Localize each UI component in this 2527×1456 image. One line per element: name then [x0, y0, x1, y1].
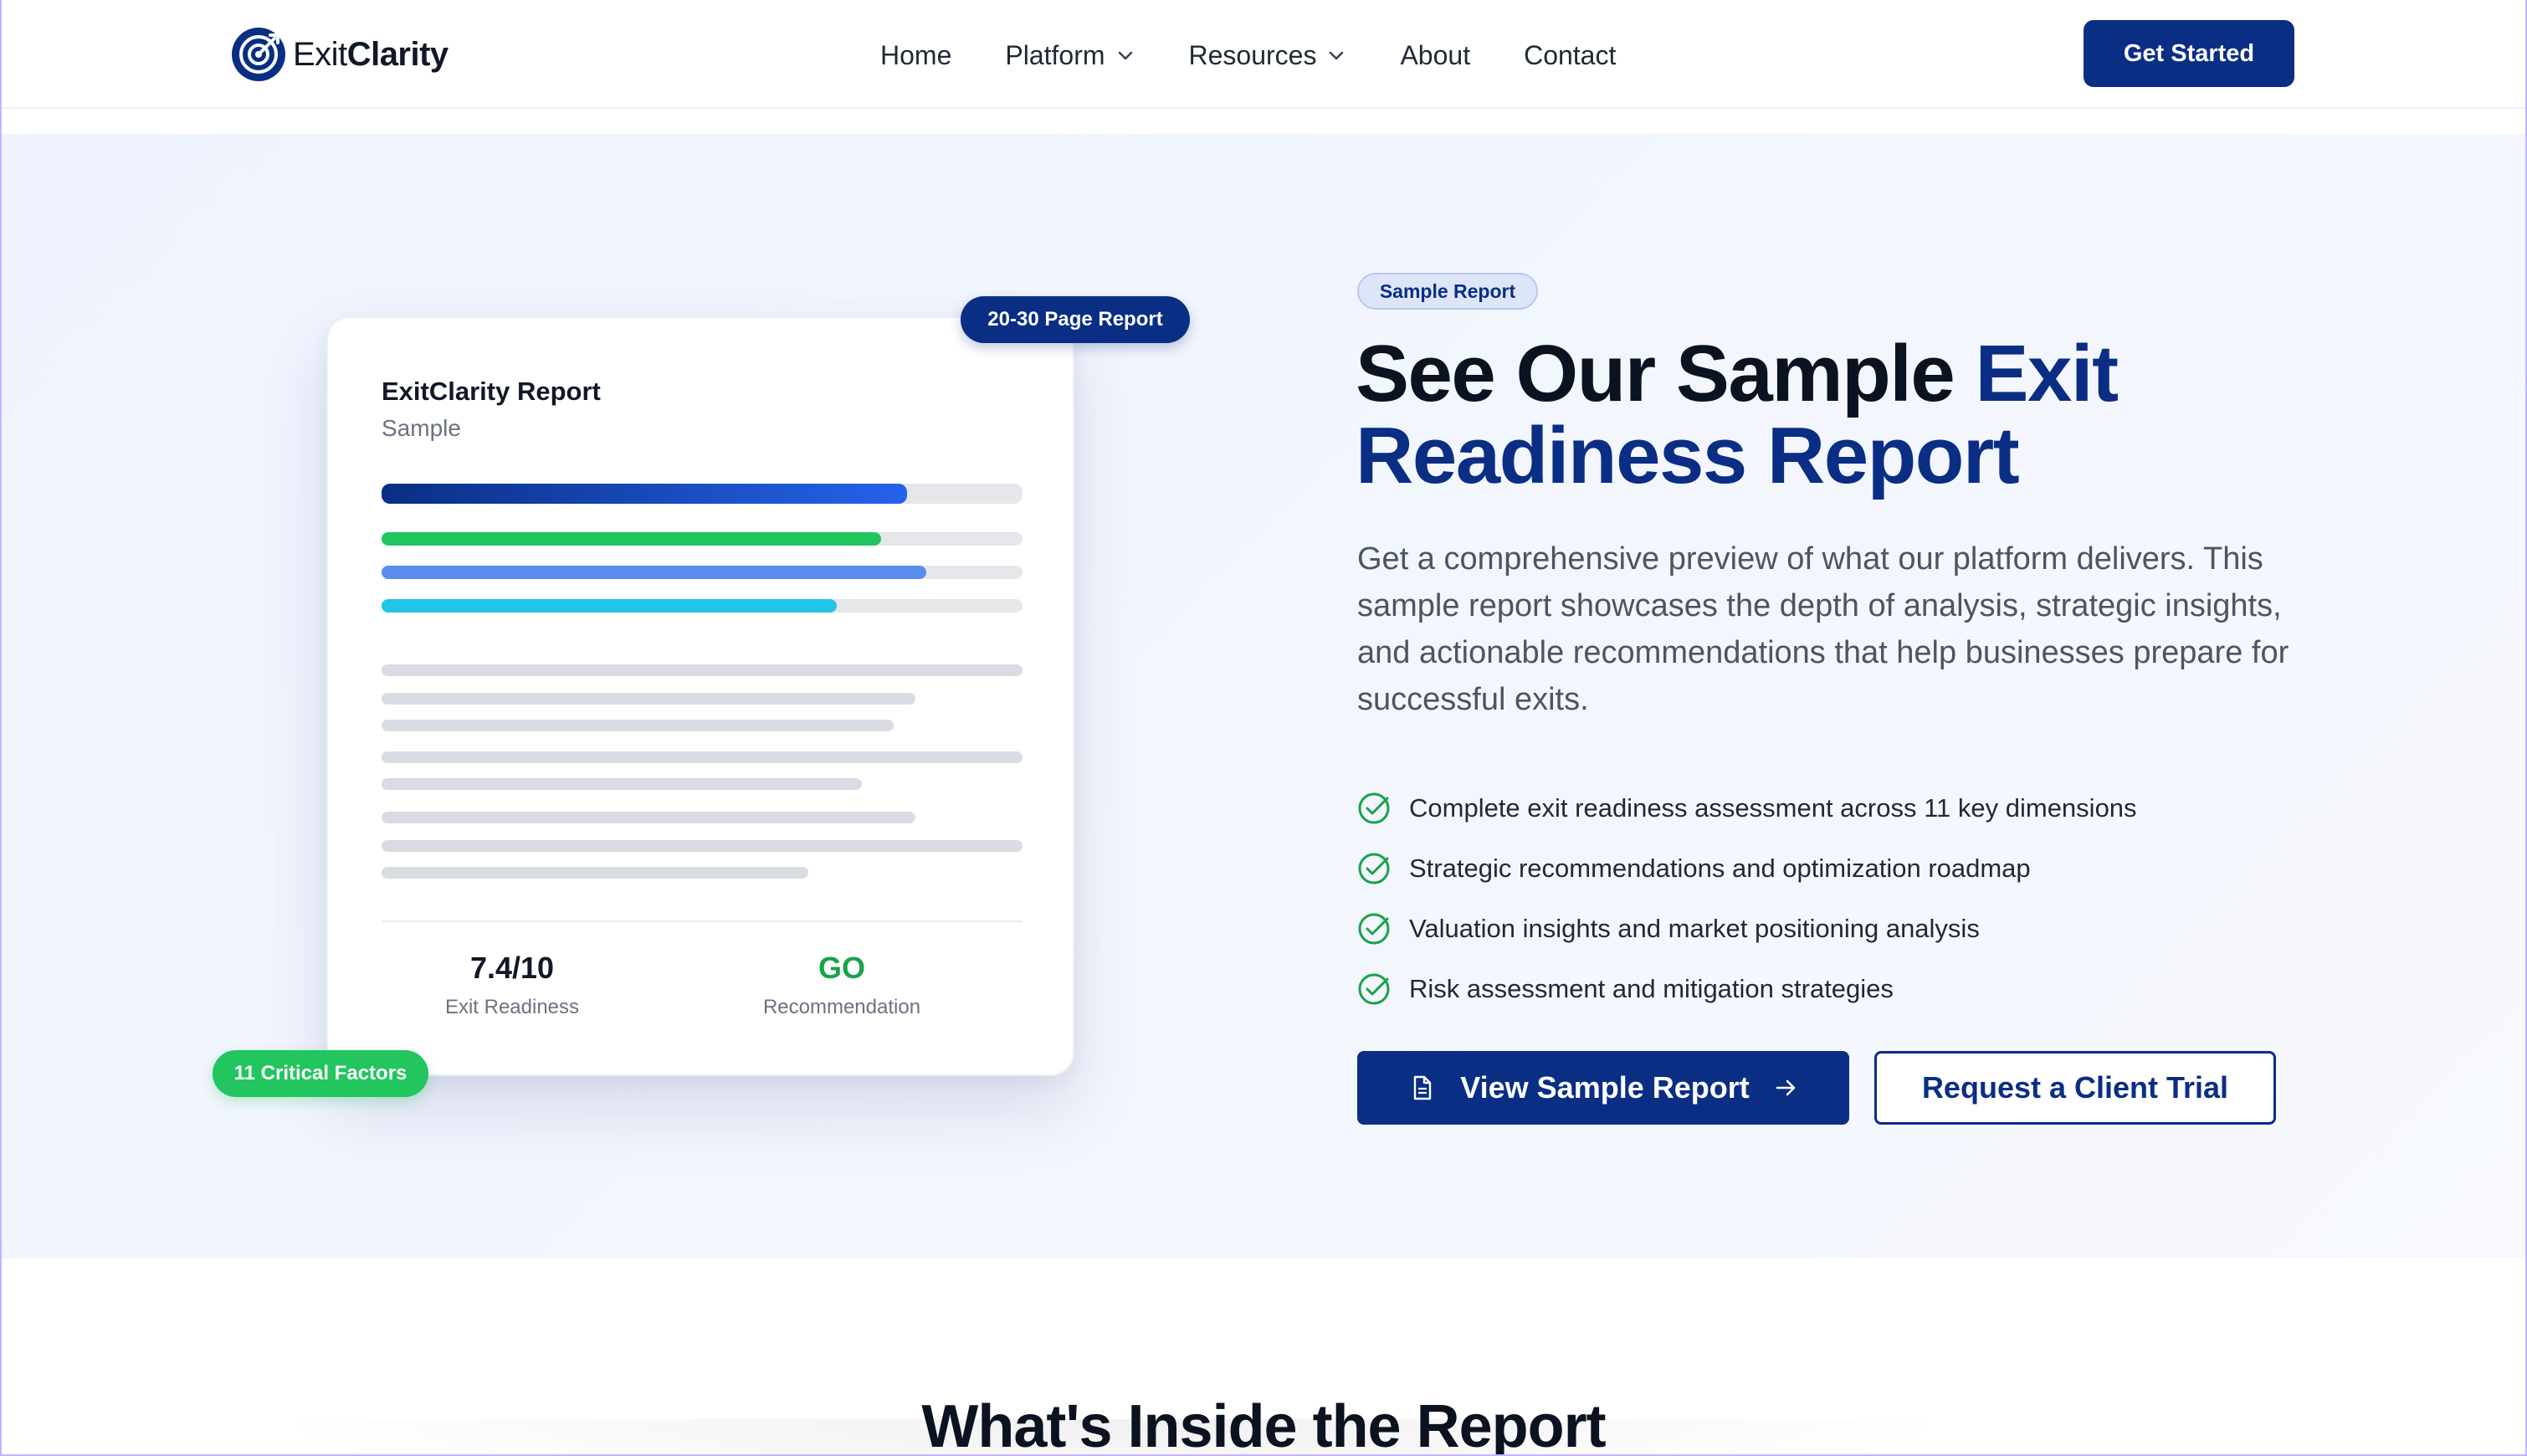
text-placeholder-line: [382, 812, 915, 823]
hero-description: Get a comprehensive preview of what our …: [1357, 541, 2289, 717]
progress-fill: [382, 484, 908, 504]
sample-report-tag: Sample Report: [1357, 273, 1538, 310]
top-navigation: ExitClarity Home Platform Resources Abou…: [0, 0, 2527, 109]
feature-item: Complete exit readiness assessment acros…: [1357, 778, 2278, 838]
nav-about-link[interactable]: About: [1400, 40, 1470, 71]
chevron-down-icon: [1330, 51, 1344, 60]
feature-item: Valuation insights and market positionin…: [1357, 899, 2278, 959]
main-menu: Home Platform Resources About Contact: [880, 33, 1616, 77]
hero-headline: See Our Sample Exit Readiness Report: [1356, 329, 2119, 500]
page-count-badge: 20-30 Page Report: [961, 296, 1190, 343]
text-placeholder-line: [382, 664, 1023, 676]
check-circle-icon: [1358, 792, 1390, 824]
text-placeholder-line: [382, 751, 1023, 763]
recommendation-label: Recommendation: [762, 996, 921, 1018]
text-placeholder-line: [382, 720, 894, 731]
exit-readiness-stat: 7.4/10 Exit Readiness: [412, 951, 613, 1019]
progress-bar: [382, 566, 1023, 579]
nav-home-link[interactable]: Home: [880, 40, 951, 71]
target-logo-icon: [232, 28, 285, 81]
check-circle-icon: [1358, 853, 1390, 884]
nav-contact-link[interactable]: Contact: [1524, 40, 1616, 71]
progress-fill: [382, 532, 882, 546]
get-started-button[interactable]: Get Started: [2084, 20, 2294, 87]
request-client-trial-button[interactable]: Request a Client Trial: [1874, 1051, 2276, 1125]
report-preview-subtitle: Sample: [382, 415, 461, 441]
brand-name: ExitClarity: [293, 35, 449, 73]
check-circle-icon: [1358, 913, 1390, 945]
exit-readiness-label: Exit Readiness: [444, 996, 580, 1018]
document-icon: [1414, 1075, 1432, 1100]
progress-bar: [382, 484, 1023, 504]
nav-platform-dropdown[interactable]: Platform: [1005, 40, 1135, 71]
critical-factors-badge: 11 Critical Factors: [213, 1050, 428, 1097]
progress-bar: [382, 532, 1023, 546]
progress-fill: [382, 566, 927, 579]
arrow-right-icon: [1776, 1079, 1796, 1096]
recommendation-stat: GO Recommendation: [741, 951, 942, 1019]
text-placeholder-line: [382, 867, 808, 879]
view-sample-report-button[interactable]: View Sample Report: [1357, 1051, 1849, 1125]
text-placeholder-line: [382, 693, 915, 705]
feature-list: Complete exit readiness assessment acros…: [1357, 778, 2278, 1019]
progress-bar: [382, 599, 1023, 613]
recommendation-value: GO: [818, 951, 865, 985]
exit-readiness-score: 7.4/10: [469, 951, 555, 985]
check-circle-icon: [1358, 973, 1390, 1005]
report-preview-card: ExitClarity Report Sample 7.4/10 Exit Re…: [326, 316, 1074, 1076]
feature-item: Strategic recommendations and optimizati…: [1357, 838, 2278, 899]
feature-item: Risk assessment and mitigation strategie…: [1357, 959, 2278, 1019]
nav-resources-dropdown[interactable]: Resources: [1189, 40, 1347, 71]
progress-fill: [382, 599, 837, 613]
section-heading: What's Inside the Report: [921, 1393, 1606, 1456]
card-divider: [382, 920, 1023, 922]
text-placeholder-line: [382, 840, 1023, 852]
brand-logo[interactable]: ExitClarity: [231, 25, 449, 84]
text-placeholder-line: [382, 778, 862, 790]
report-preview-title: ExitClarity Report: [382, 377, 601, 406]
chevron-down-icon: [1118, 51, 1132, 60]
